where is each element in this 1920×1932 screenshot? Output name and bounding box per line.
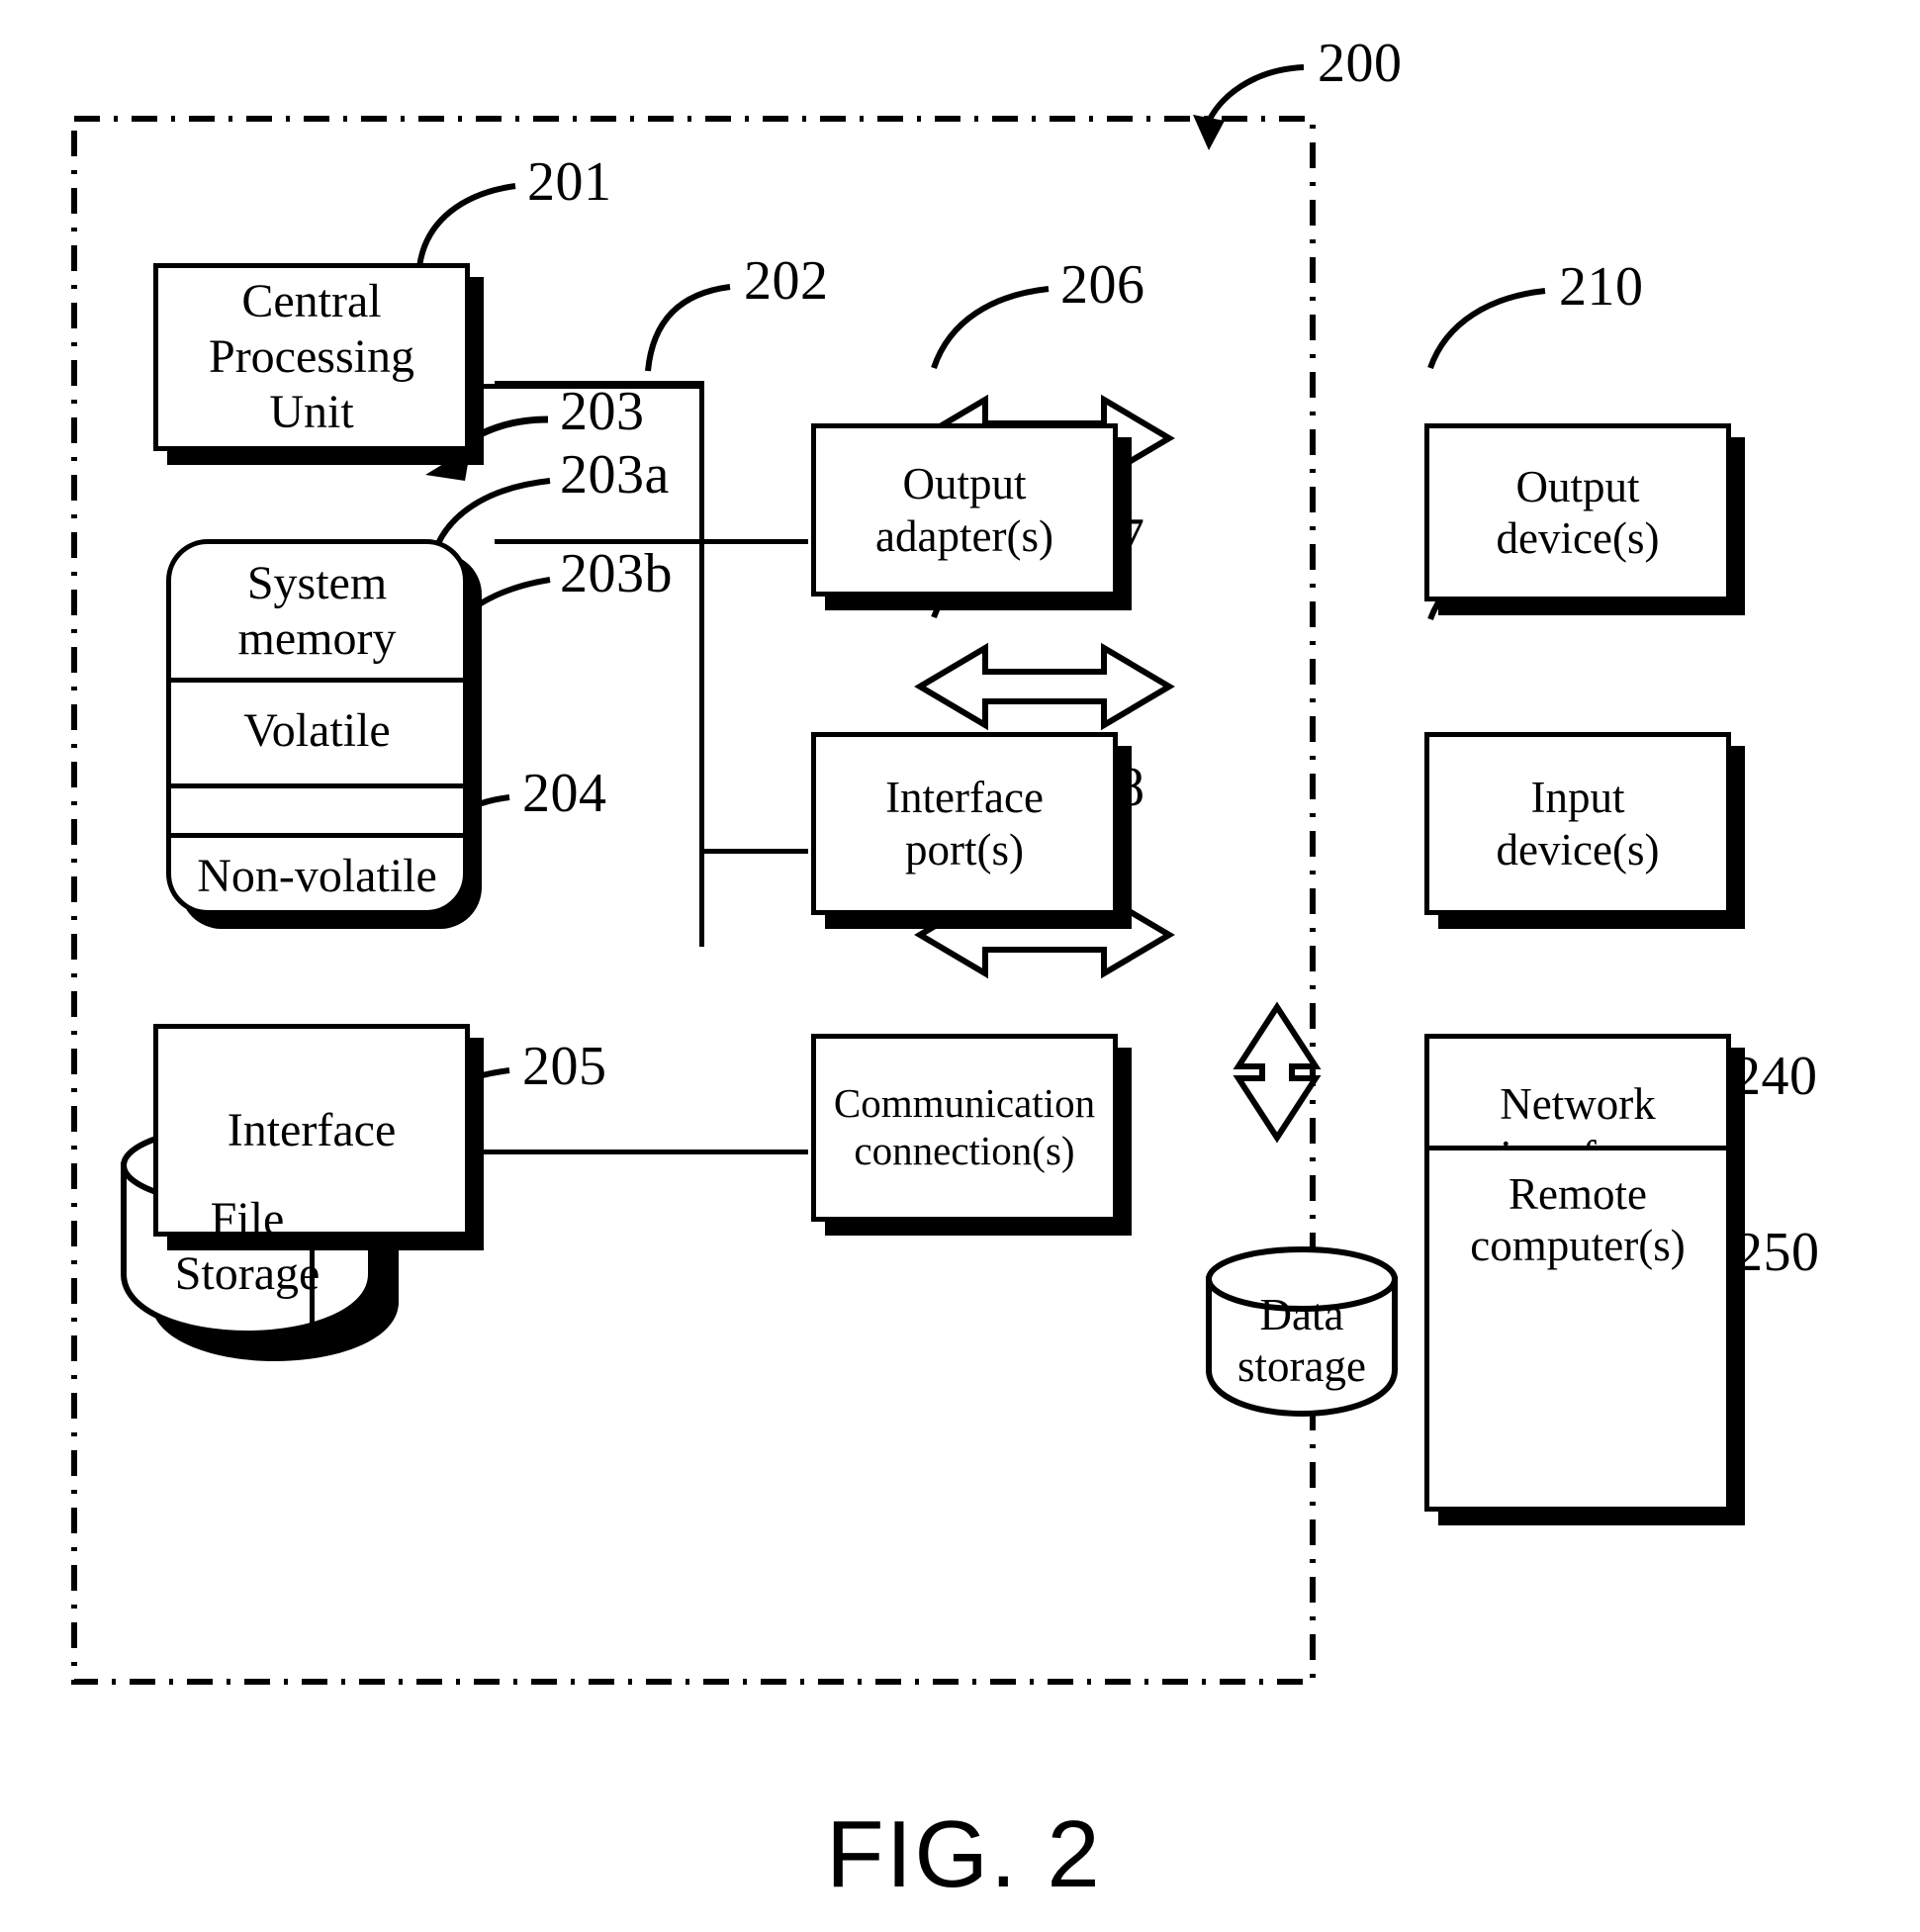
wire-interface-to-bus: [475, 1150, 712, 1154]
ref-250: 250: [1735, 1222, 1820, 1283]
leader-203-arrowhead: [425, 447, 471, 481]
leader-206: [931, 286, 1050, 369]
leader-200: [1202, 64, 1305, 133]
figure-canvas: 200 201 202 203 203a 203b 204 205 206 20…: [0, 0, 1920, 1932]
ref-203: 203: [560, 381, 645, 442]
wire-bus-to-output-adapter: [699, 539, 808, 544]
block-output-devices-label: Output device(s): [1496, 461, 1660, 563]
leader-202: [645, 284, 731, 372]
leader-210: [1427, 288, 1546, 369]
block-interface-ports-label: Interface port(s): [885, 773, 1044, 874]
block-interface-ports[interactable]: Interface port(s): [811, 732, 1118, 915]
memory-divider-2: [171, 783, 463, 788]
block-communication-connections[interactable]: Communication connection(s): [811, 1034, 1118, 1222]
arrow-network-interface-remote-computer: [1233, 1001, 1322, 1144]
block-data-storage-label-wrap: Data storage: [1209, 1286, 1395, 1395]
block-communication-connections-label: Communication connection(s): [833, 1080, 1096, 1173]
block-system-memory[interactable]: System memory Volatile Non-volatile: [166, 539, 468, 915]
wire-bus-to-interface-port: [699, 849, 808, 854]
block-file-storage-label: File Storage: [174, 1193, 320, 1300]
block-input-devices-label: Input device(s): [1496, 773, 1660, 874]
memory-row-volatile: Volatile: [243, 703, 391, 757]
bus-trunk-vertical: [699, 381, 704, 947]
ref-200-label: 200: [1318, 33, 1403, 94]
wire-bus-to-communication-connection: [699, 1150, 808, 1154]
bus-top-cap: [495, 381, 702, 386]
block-input-devices[interactable]: Input device(s): [1424, 732, 1731, 915]
ref-240: 240: [1733, 1046, 1818, 1107]
block-output-devices[interactable]: Output device(s): [1424, 423, 1731, 601]
memory-row-system-memory: System memory: [237, 556, 397, 665]
block-output-adapters[interactable]: Output adapter(s): [811, 423, 1118, 597]
ref-205: 205: [522, 1036, 607, 1097]
leader-200-arrowhead: [1193, 115, 1225, 150]
ref-204: 204: [522, 763, 607, 824]
ref-202: 202: [744, 250, 829, 312]
ref-203b: 203b: [560, 543, 673, 604]
ref-210: 210: [1559, 256, 1644, 318]
block-remote-computer-frame[interactable]: Remote computer(s): [1424, 1146, 1731, 1512]
ref-201: 201: [527, 151, 612, 213]
ref-203a: 203a: [560, 444, 670, 506]
block-remote-computers-label: Remote computer(s): [1470, 1169, 1686, 1271]
arrow-interface-port-input-device: [914, 642, 1175, 731]
memory-row-nonvolatile: Non-volatile: [197, 850, 437, 903]
block-output-adapters-label: Output adapter(s): [875, 459, 1053, 561]
block-central-processing-unit[interactable]: Central Processing Unit: [153, 263, 470, 451]
wire-memory-to-bus: [495, 539, 702, 544]
leader-201: [416, 183, 516, 268]
block-cpu-label: Central Processing Unit: [209, 275, 414, 438]
figure-caption: FIG. 2: [826, 1801, 1102, 1907]
block-data-storage-label: Data storage: [1237, 1290, 1366, 1391]
block-interface-label: Interface: [227, 1103, 397, 1156]
block-file-storage-label-wrap: File Storage: [124, 1182, 371, 1311]
ref-206: 206: [1060, 254, 1145, 316]
